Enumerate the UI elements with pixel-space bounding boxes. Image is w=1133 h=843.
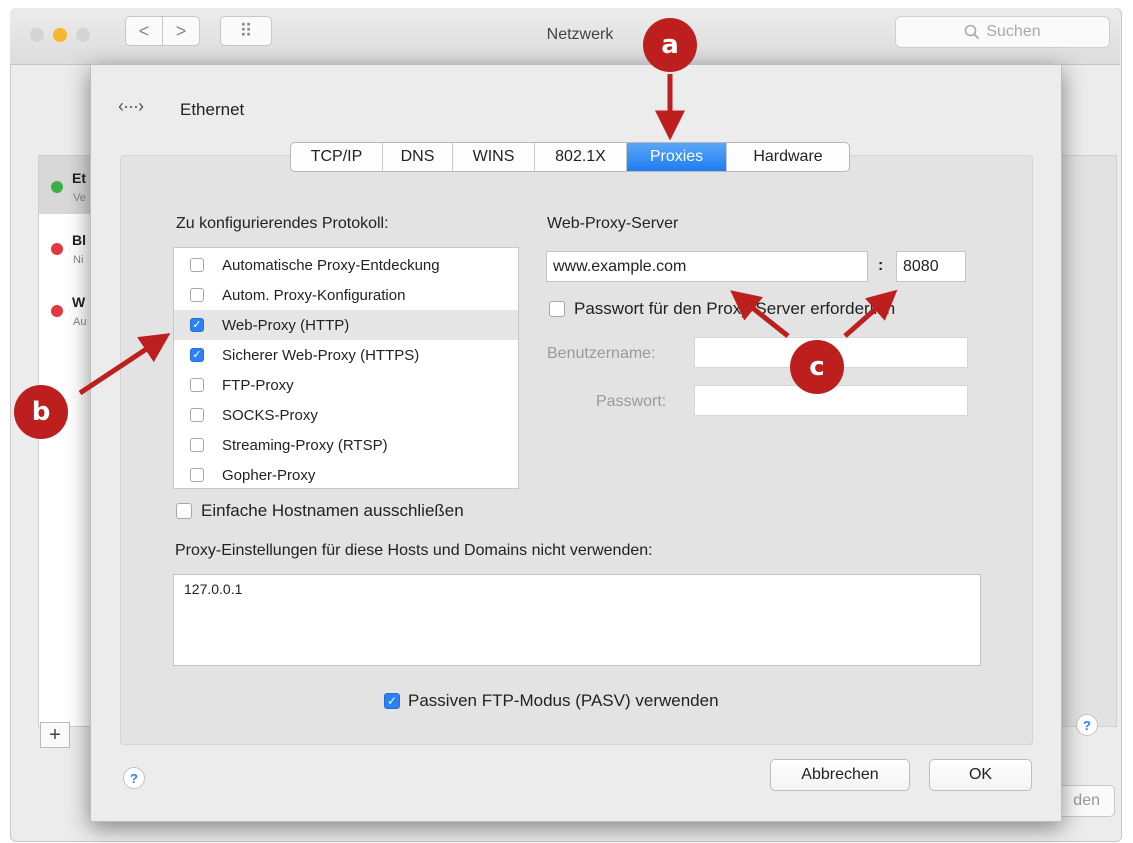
annotation-badge-b: b — [14, 385, 68, 439]
arrow-b — [78, 333, 171, 396]
annotation-arrows — [78, 74, 898, 396]
annotation-badge-a: a — [643, 18, 697, 72]
annotation-badge-c: c — [790, 340, 844, 394]
arrow-c-right — [843, 289, 898, 338]
arrow-c-left — [730, 290, 790, 338]
